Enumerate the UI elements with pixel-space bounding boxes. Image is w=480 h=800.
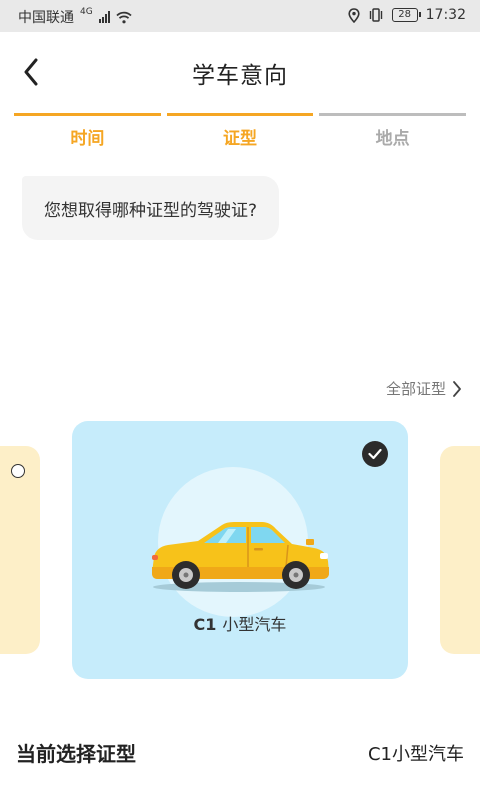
car-icon — [152, 522, 329, 592]
checkmark-icon — [362, 441, 388, 467]
radio-icon — [11, 464, 25, 478]
license-card-next[interactable] — [440, 446, 480, 654]
question-text: 您想取得哪种证型的驾驶证? — [44, 200, 258, 221]
license-card-previous[interactable] — [0, 446, 40, 654]
current-selection-label: 当前选择证型 — [16, 742, 136, 766]
license-card-c1[interactable]: C1 小型汽车 — [72, 421, 408, 679]
chevron-right-icon — [453, 380, 461, 397]
network-type: 4G — [80, 7, 93, 17]
tab-location[interactable]: 地点 — [319, 113, 467, 153]
status-bar: 中国联通 4G 28 17:32 — [0, 0, 480, 32]
wifi-icon — [116, 11, 132, 23]
carrier-name: 中国联通 — [18, 10, 74, 26]
location-icon — [348, 7, 360, 23]
clock-time: 17:32 — [425, 7, 466, 23]
vibrate-icon — [369, 8, 382, 22]
page-title: 学车意向 — [192, 63, 288, 89]
status-right: 28 17:32 — [348, 7, 466, 23]
status-left: 中国联通 4G — [18, 7, 132, 27]
signal-icon — [98, 11, 110, 23]
question-bubble: 您想取得哪种证型的驾驶证? — [22, 176, 280, 240]
current-selection-value: C1小型汽车 — [367, 744, 464, 765]
tab-time[interactable]: 时间 — [14, 113, 161, 153]
header: 学车意向 — [0, 32, 480, 112]
tab-license-type[interactable]: 证型 — [166, 113, 314, 153]
all-types-link[interactable]: 全部证型 — [386, 378, 462, 399]
battery-icon: 28 — [391, 8, 421, 22]
step-tabs: 时间 证型 地点 — [14, 113, 467, 153]
card-caption: C1 小型汽车 — [72, 611, 408, 635]
all-types-label: 全部证型 — [385, 380, 446, 398]
license-code: C1 — [193, 615, 217, 634]
license-name: 小型汽车 — [222, 615, 287, 634]
